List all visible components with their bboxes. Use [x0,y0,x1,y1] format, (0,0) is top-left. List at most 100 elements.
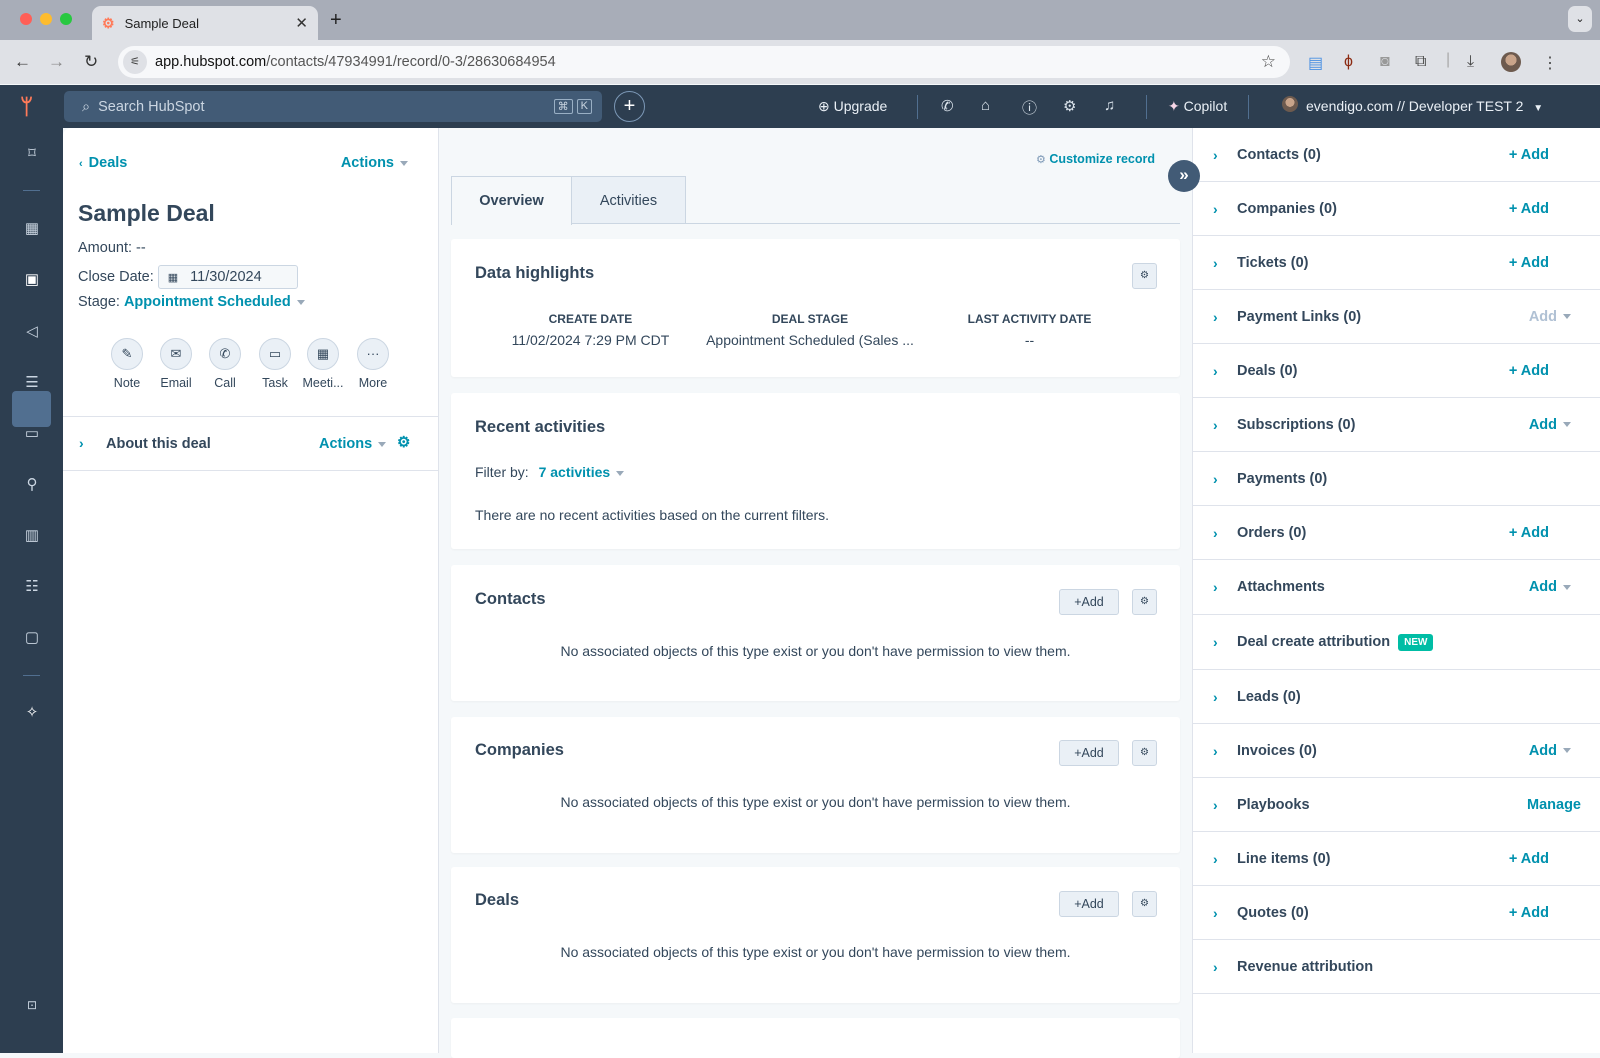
sidebar-item-contacts[interactable]: › Contacts (0) + Add [1193,128,1600,182]
sidebar-add-button[interactable]: + Add [1509,363,1549,379]
highlights-settings-gear-icon[interactable]: ⚙ [1132,263,1157,289]
sidebar-item-invoices[interactable]: › Invoices (0) Add [1193,724,1600,778]
back-icon[interactable]: ← [14,52,31,72]
sidebar-item-attachments[interactable]: › Attachments Add [1193,560,1600,615]
sidebar-add-button[interactable]: + Add [1509,905,1549,921]
forward-icon[interactable]: → [48,52,65,72]
contacts-settings-gear-icon[interactable]: ⚙ [1132,589,1157,615]
bookmark-star-icon[interactable]: ☆ [1261,52,1276,72]
about-settings-gear-icon[interactable]: ⚙ [397,433,410,451]
stage-select[interactable]: Appointment Scheduled [124,294,305,310]
address-bar[interactable]: ⚟ app.hubspot.com/contacts/47934991/reco… [118,46,1290,78]
sidebar-item-payment-links[interactable]: › Payment Links (0) Add [1193,290,1600,344]
meeting-button[interactable]: ▦ Meeti... [301,338,345,390]
sidebar-add-button[interactable]: + Add [1509,255,1549,271]
about-actions-menu[interactable]: Actions [319,436,387,452]
puzzle-icon[interactable]: ⧉ [1415,53,1426,71]
sidebar-item-revenue-attribution[interactable]: › Revenue attribution [1193,940,1600,994]
settings-icon[interactable]: ⚙ [1063,97,1076,115]
sidebar-add-dropdown[interactable]: Add [1529,743,1571,759]
camera-icon[interactable]: ◙ [1380,53,1390,71]
deals-add-button[interactable]: +Add [1059,891,1119,917]
sidebar-add-button[interactable]: + Add [1509,201,1549,217]
minimize-window-button[interactable] [40,13,52,25]
task-button[interactable]: ▭ Task [253,338,297,390]
library-folder-icon[interactable]: ▢ [21,627,43,649]
close-date-input[interactable]: ▦ 11/30/2024 [157,265,298,289]
calling-icon[interactable]: ✆ [941,97,954,115]
sidebar-add-button[interactable]: + Add [1509,851,1549,867]
sidebar-add-dropdown[interactable]: Add [1529,579,1571,595]
sidebar-item-playbooks[interactable]: › Playbooks Manage [1193,778,1600,832]
sidebar-item-line-items[interactable]: › Line items (0) + Add [1193,832,1600,886]
profile-avatar[interactable] [1501,52,1521,72]
meeting-icon: ▦ [307,338,339,370]
marketplace-icon[interactable]: ⌂ [981,97,990,114]
sidebar-item-leads[interactable]: › Leads (0) [1193,670,1600,724]
download-icon[interactable]: ⤓ [1467,53,1474,71]
bookmark-icon[interactable]: ⌑ [21,143,43,165]
help-icon[interactable]: ⓘ [1022,97,1037,118]
workspaces-icon[interactable]: ▦ [21,218,43,240]
contacts-add-button[interactable]: +Add [1059,589,1119,615]
sidebar-item-quotes[interactable]: › Quotes (0) + Add [1193,886,1600,940]
search-input[interactable]: ⌕ Search HubSpot ⌘ K [64,91,602,122]
sidebar-add-button[interactable]: + Add [1509,525,1549,541]
browser-tab[interactable]: ⚙ Sample Deal ✕ [92,6,318,40]
tab-overview[interactable]: Overview [451,176,572,225]
back-to-deals-link[interactable]: ‹ Deals [79,155,127,171]
note-button[interactable]: ✎ Note [105,338,149,390]
site-settings-icon[interactable]: ⚟ [123,50,147,74]
record-actions-menu[interactable]: Actions [341,155,408,171]
url-path: /contacts/47934991/record/0-3/2863068495… [266,54,556,70]
upgrade-button[interactable]: ⊕ Upgrade [818,98,887,115]
tab-search-icon[interactable]: ⌄ [1568,6,1592,32]
manage-playbooks-link[interactable]: Manage [1527,797,1581,813]
reload-icon[interactable]: ↻ [84,52,98,72]
activity-filter-dropdown[interactable]: 7 activities [539,464,625,480]
sidebar-add-button[interactable]: + Add [1509,147,1549,163]
reporting-icon[interactable]: ▥ [21,525,43,547]
crm-contacts-icon[interactable]: ▣ [21,269,43,291]
customize-record-link[interactable]: ⚙ Customize record [1036,152,1155,166]
sidebar-item-deals[interactable]: › Deals (0) + Add [1193,344,1600,398]
collapse-sidebar-icon[interactable]: » [1168,160,1200,192]
zoom-window-button[interactable] [60,13,72,25]
account-menu[interactable]: evendigo.com // Developer TEST 2 ▼ [1306,98,1543,114]
breeze-icon[interactable]: ✧ [21,702,43,724]
sidebar-add-dropdown[interactable]: Add [1529,417,1571,433]
sidebar-item-tickets[interactable]: › Tickets (0) + Add [1193,236,1600,290]
about-section-header[interactable]: › About this deal Actions ⚙ [63,416,439,471]
extension-icon[interactable]: ▤ [1308,53,1323,73]
email-button[interactable]: ✉ Email [154,338,198,390]
commerce-wallet-icon[interactable]: ▭ [21,423,43,445]
automation-icon[interactable]: ⚲ [21,474,43,496]
expand-rail-icon[interactable]: ⊡ [21,994,43,1016]
sidebar-item-companies[interactable]: › Companies (0) + Add [1193,182,1600,236]
amount-value[interactable]: -- [136,240,146,256]
chevron-right-icon: › [79,435,84,451]
hubspot-logo-icon[interactable]: ᛘ [20,94,33,120]
marketing-megaphone-icon[interactable]: ◁ [21,321,43,343]
create-new-button[interactable]: + [614,91,645,122]
sidebar-item-subscriptions[interactable]: › Subscriptions (0) Add [1193,398,1600,452]
sidebar-item-payments[interactable]: › Payments (0) [1193,452,1600,506]
copilot-button[interactable]: ✦ Copilot [1168,98,1227,115]
sidebar-item-deal-create-attribution[interactable]: › Deal create attribution NEW [1193,615,1600,670]
call-button[interactable]: ✆ Call [203,338,247,390]
companies-add-button[interactable]: +Add [1059,740,1119,766]
notifications-icon[interactable]: ♫ [1104,97,1115,114]
tab-activities[interactable]: Activities [572,176,686,224]
companies-settings-gear-icon[interactable]: ⚙ [1132,740,1157,766]
hubspot-extension-icon[interactable]: ϕ [1344,53,1353,71]
content-icon[interactable]: ☰ [21,372,43,394]
data-management-icon[interactable]: ☷ [21,576,43,598]
close-window-button[interactable] [20,13,32,25]
more-button[interactable]: ··· More [351,338,395,390]
menu-kebab-icon[interactable]: ⋮ [1542,53,1558,73]
deals-settings-gear-icon[interactable]: ⚙ [1132,891,1157,917]
new-tab-icon[interactable]: + [330,9,342,32]
close-tab-icon[interactable]: ✕ [295,14,308,32]
sidebar-add-dropdown[interactable]: Add [1529,309,1571,325]
sidebar-item-orders[interactable]: › Orders (0) + Add [1193,506,1600,560]
